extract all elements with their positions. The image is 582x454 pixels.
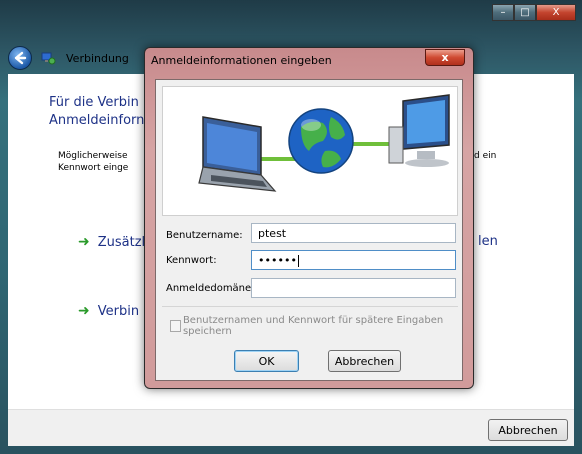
option-connect[interactable]: ➜ Verbin (78, 303, 139, 319)
dialog-divider (162, 306, 458, 307)
background-cancel-button[interactable]: Abbrechen (488, 419, 568, 441)
save-credentials-label: Benutzernamen und Kennwort für spätere E… (182, 315, 444, 337)
option-additional-label: Zusätzl (97, 234, 146, 250)
window-caption-buttons: – □ X (492, 4, 576, 21)
save-credentials-option[interactable]: Benutzernamen und Kennwort für spätere E… (170, 315, 462, 337)
domain-field[interactable] (251, 278, 456, 298)
password-field[interactable]: •••••• (251, 250, 456, 270)
dialog-banner (162, 86, 458, 216)
background-footer: Abbrechen (8, 409, 574, 446)
laptop-globe-computer-icon (198, 94, 450, 192)
dialog-close-button[interactable]: x (425, 49, 465, 66)
maximize-button[interactable]: □ (514, 4, 536, 21)
password-label: Kennwort: (166, 255, 217, 266)
text-cursor (297, 255, 299, 267)
back-button[interactable] (8, 46, 32, 70)
network-icon (41, 52, 56, 65)
green-arrow-icon: ➜ (78, 234, 90, 250)
dialog-body: Benutzername: Kennwort: •••••• Anmeldedo… (155, 79, 463, 381)
back-arrow-icon (14, 51, 27, 65)
minimize-button[interactable]: – (492, 4, 514, 21)
page-description-right: d ein (474, 151, 497, 161)
password-value: •••••• (258, 254, 297, 267)
domain-label: Anmeldedomäne: (166, 283, 255, 294)
ok-button[interactable]: OK (234, 350, 299, 372)
option-connect-label: Verbin (97, 303, 140, 319)
navigation-bar: Verbindung (8, 46, 129, 70)
green-arrow-icon: ➜ (78, 303, 90, 319)
option-additional[interactable]: ➜ Zusätzl (78, 234, 145, 250)
dialog-title: Anmeldeinformationen eingeben (151, 54, 332, 67)
window-close-button[interactable]: X (536, 4, 576, 21)
cancel-button[interactable]: Abbrechen (328, 350, 401, 372)
save-credentials-checkbox[interactable] (170, 320, 181, 332)
username-field[interactable] (251, 223, 456, 243)
option-additional-label-right: len (478, 234, 498, 249)
window-title: Verbindung (66, 51, 129, 65)
credential-dialog: Anmeldeinformationen eingeben x Benutzer… (144, 47, 474, 389)
username-label: Benutzername: (166, 230, 243, 241)
